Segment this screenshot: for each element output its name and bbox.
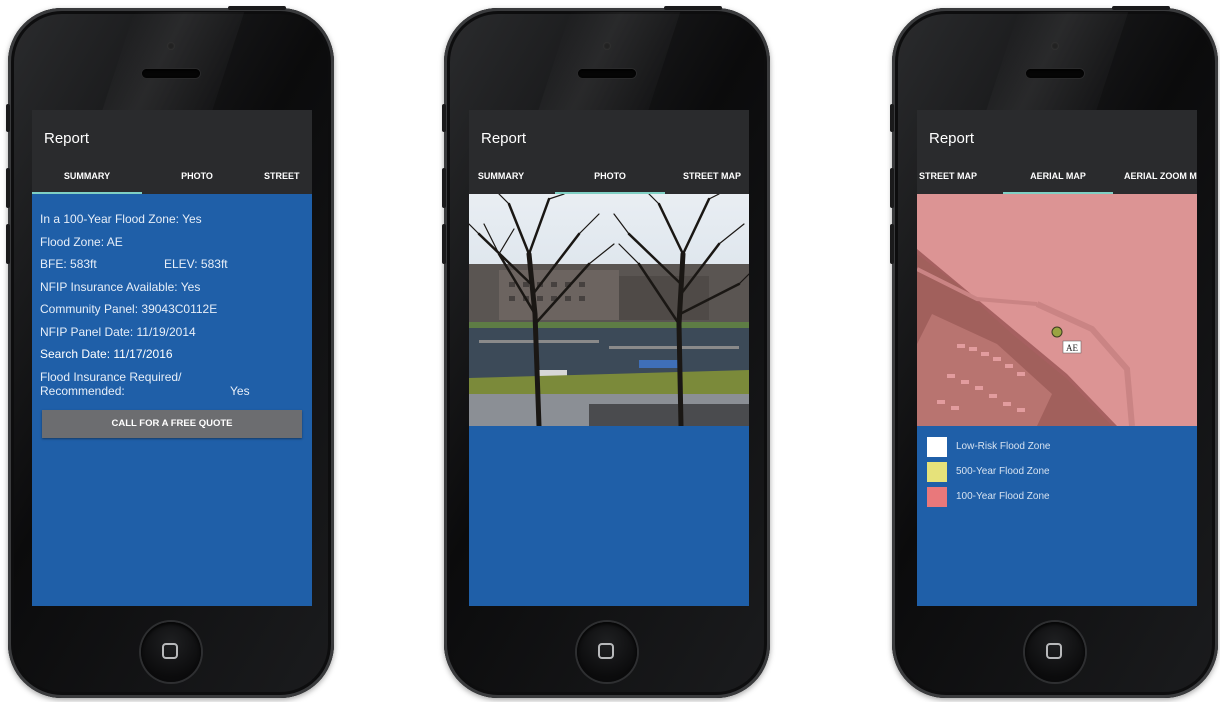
- nfip-available-label: NFIP Insurance Available:: [40, 279, 178, 294]
- tab-bar: SUMMARY PHOTO STREET: [32, 158, 312, 194]
- mute-switch: [890, 104, 894, 132]
- insurance-required-label-2: Recommended:: [40, 383, 125, 398]
- insurance-required-value: Yes: [230, 383, 250, 398]
- tab-street-map[interactable]: STREET MAP: [675, 158, 749, 194]
- tab-street-map[interactable]: STREET MAP: [917, 158, 979, 194]
- screen: Report SUMMARY PHOTO STREET MAP: [469, 110, 749, 606]
- app-bar: Report STREET MAP AERIAL MAP AERIAL ZOOM…: [917, 110, 1197, 194]
- earpiece-speaker: [578, 69, 636, 78]
- volume-up-button: [442, 168, 446, 208]
- tab-photo[interactable]: PHOTO: [142, 158, 252, 194]
- community-panel-label: Community Panel:: [40, 302, 139, 316]
- nfip-panel-date-value: 11/19/2014: [136, 324, 196, 339]
- nfip-available-row: NFIP Insurance Available: Yes: [40, 276, 304, 299]
- screen: Report STREET MAP AERIAL MAP AERIAL ZOOM…: [917, 110, 1197, 606]
- community-panel-row: Community Panel: 39043C0112E: [40, 298, 304, 321]
- aerial-flood-map: AE: [917, 194, 1197, 426]
- glass-reflection: [537, 12, 681, 112]
- insurance-required-row: Flood Insurance Required/ Recommended: Y…: [40, 370, 304, 398]
- screen: Report SUMMARY PHOTO STREET In a 100-Yea…: [32, 110, 312, 606]
- app-bar: Report SUMMARY PHOTO STREET MAP: [469, 110, 749, 194]
- elev-field: ELEV: 583ft: [164, 253, 228, 276]
- legend-swatch: [927, 486, 947, 507]
- community-panel-value: 39043C0112E: [141, 302, 218, 316]
- call-for-quote-button[interactable]: CALL FOR A FREE QUOTE: [42, 409, 302, 438]
- power-button: [1112, 6, 1170, 10]
- front-camera: [603, 42, 611, 50]
- legend-item-100yr: 100-Year Flood Zone: [927, 484, 1050, 509]
- flood-zone-100yr-label: In a 100-Year Flood Zone:: [40, 212, 179, 226]
- bfe-value: 583ft: [70, 257, 97, 271]
- home-button[interactable]: [141, 622, 201, 682]
- phone-aerial-map: Report STREET MAP AERIAL MAP AERIAL ZOOM…: [890, 6, 1218, 698]
- legend-label: Low-Risk Flood Zone: [956, 441, 1051, 452]
- volume-up-button: [6, 168, 10, 208]
- volume-up-button: [890, 168, 894, 208]
- power-button: [228, 6, 286, 10]
- mute-switch: [442, 104, 446, 132]
- search-date-label: Search Date:: [40, 347, 111, 361]
- earpiece-speaker: [142, 69, 200, 78]
- bfe-elev-row: BFE: 583ft ELEV: 583ft: [40, 253, 304, 276]
- bfe-field: BFE: 583ft: [40, 253, 164, 276]
- tab-aerial-map[interactable]: AERIAL MAP: [1003, 158, 1113, 194]
- flood-zone-row: Flood Zone: AE: [40, 231, 304, 254]
- legend-item-low-risk: Low-Risk Flood Zone: [927, 434, 1050, 459]
- power-button: [664, 6, 722, 10]
- flood-zone-100yr-value: Yes: [182, 212, 202, 226]
- app-title: Report: [44, 130, 90, 147]
- home-square-icon: [1046, 643, 1062, 659]
- nfip-panel-date-row: NFIP Panel Date: 11/19/2014: [40, 321, 304, 344]
- nfip-panel-date-label: NFIP Panel Date:: [40, 324, 134, 339]
- legend-item-500yr: 500-Year Flood Zone: [927, 459, 1050, 484]
- tab-bar: SUMMARY PHOTO STREET MAP: [469, 158, 749, 194]
- home-square-icon: [598, 643, 614, 659]
- summary-panel: In a 100-Year Flood Zone: Yes Flood Zone…: [32, 194, 312, 438]
- tab-summary[interactable]: SUMMARY: [32, 158, 142, 194]
- glass-reflection: [101, 12, 245, 112]
- earpiece-speaker: [1026, 69, 1084, 78]
- volume-down-button: [890, 224, 894, 264]
- app-title: Report: [929, 130, 975, 147]
- legend-swatch: [927, 461, 947, 482]
- home-button[interactable]: [577, 622, 637, 682]
- flood-zone-legend: Low-Risk Flood Zone 500-Year Flood Zone …: [927, 434, 1050, 509]
- phone-summary: Report SUMMARY PHOTO STREET In a 100-Yea…: [6, 6, 334, 698]
- home-button[interactable]: [1025, 622, 1085, 682]
- app-title: Report: [481, 130, 527, 147]
- elev-value: 583ft: [200, 257, 228, 271]
- property-photo: [469, 194, 749, 426]
- tab-aerial-zoom-map[interactable]: AERIAL ZOOM M: [1124, 158, 1197, 194]
- tab-bar: STREET MAP AERIAL MAP AERIAL ZOOM M: [917, 158, 1197, 194]
- elev-label: ELEV:: [164, 257, 198, 271]
- app-bar: Report SUMMARY PHOTO STREET: [32, 110, 312, 194]
- map-zone-label: AE: [1066, 343, 1078, 353]
- mute-switch: [6, 104, 10, 132]
- flood-zone-value: AE: [106, 234, 123, 249]
- volume-down-button: [442, 224, 446, 264]
- flood-zone-label: Flood Zone:: [40, 234, 105, 249]
- tab-photo[interactable]: PHOTO: [555, 158, 665, 194]
- legend-swatch: [927, 436, 947, 457]
- front-camera: [1051, 42, 1059, 50]
- insurance-required-label-1: Flood Insurance Required/: [40, 369, 182, 384]
- search-date-value: 11/17/2016: [113, 347, 173, 361]
- nfip-available-value: Yes: [180, 279, 201, 294]
- tab-street-map[interactable]: STREET: [264, 158, 312, 194]
- volume-down-button: [6, 224, 10, 264]
- home-square-icon: [162, 643, 178, 659]
- tab-summary[interactable]: SUMMARY: [469, 158, 533, 194]
- front-camera: [167, 42, 175, 50]
- legend-label: 500-Year Flood Zone: [956, 466, 1050, 477]
- search-date-row: Search Date: 11/17/2016: [40, 343, 304, 366]
- legend-label: 100-Year Flood Zone: [956, 491, 1050, 502]
- bfe-label: BFE:: [40, 257, 67, 271]
- flood-zone-100yr-row: In a 100-Year Flood Zone: Yes: [40, 208, 304, 231]
- glass-reflection: [985, 12, 1129, 112]
- phone-photo: Report SUMMARY PHOTO STREET MAP: [442, 6, 770, 698]
